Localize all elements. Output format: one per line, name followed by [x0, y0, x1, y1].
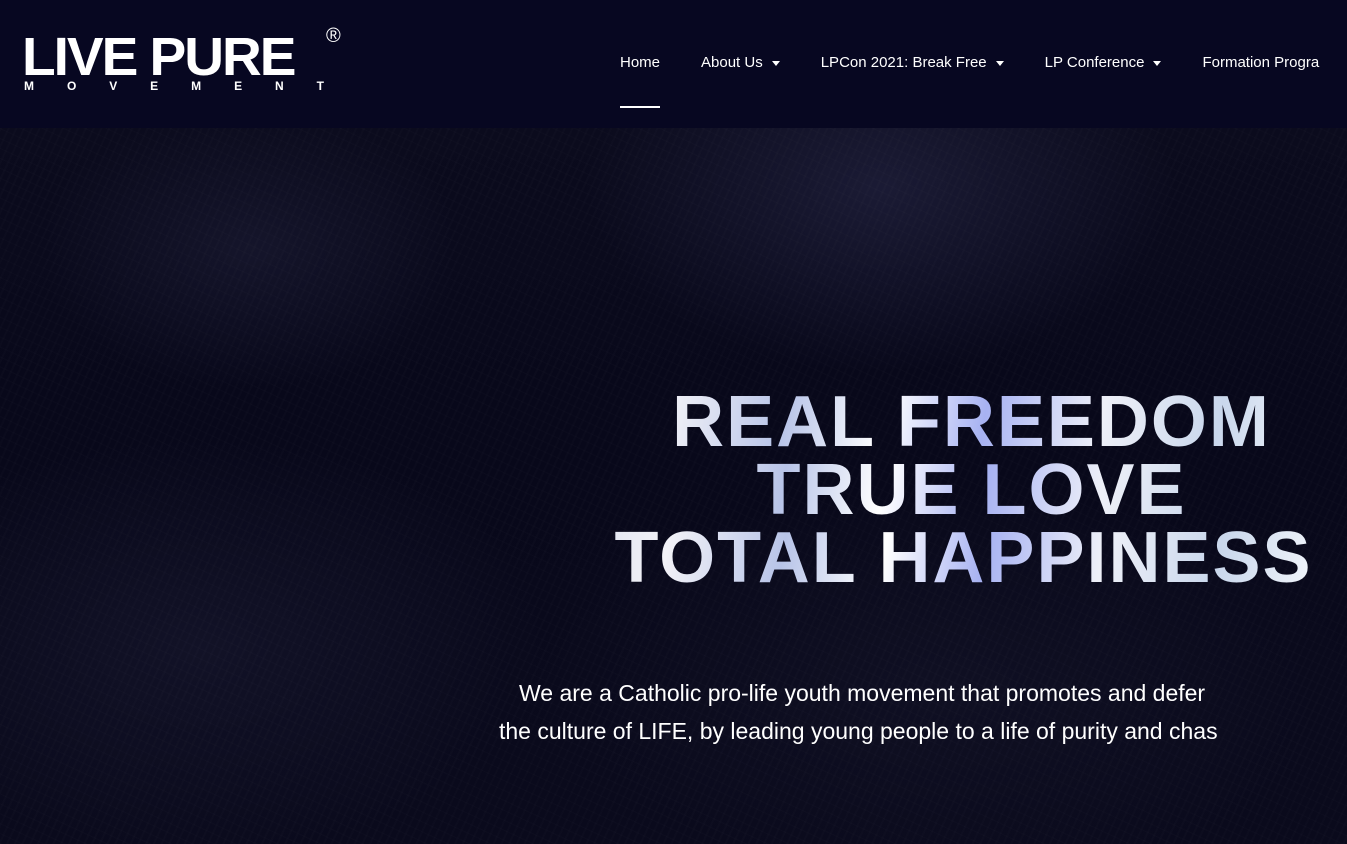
headline-line: TRUE LOVE — [520, 454, 1347, 526]
nav-item-label: Home — [620, 54, 661, 71]
nav-item-label: About Us — [701, 54, 763, 71]
nav-item-lp-conference[interactable]: LP Conference — [1045, 0, 1162, 72]
logo-tagline-letter: E — [234, 79, 243, 93]
headline-line: REAL FREEDOM — [520, 386, 1347, 458]
nav-item-about-us[interactable]: About Us — [701, 0, 780, 72]
logo-tagline-letter: O — [66, 79, 77, 93]
logo-tagline-letter: T — [316, 79, 324, 93]
logo-tagline-letter: M — [24, 79, 34, 93]
hero-section: REAL FREEDOM TRUE LOVE TOTAL HAPPINESS W… — [0, 128, 1347, 844]
hero-headline: REAL FREEDOM TRUE LOVE TOTAL HAPPINESS — [520, 386, 1347, 594]
nav-item-lpcon-2021[interactable]: LPCon 2021: Break Free — [821, 0, 1004, 72]
nav-item-label: Formation Progra — [1202, 54, 1320, 71]
logo-tagline-letter: M — [191, 79, 202, 93]
nav-item-label: LP Conference — [1044, 54, 1145, 71]
intro-line: the culture of LIFE, by leading young pe… — [499, 718, 1218, 744]
nav-item-formation-program[interactable]: Formation Progra — [1202, 0, 1319, 72]
main-nav: Home About Us LPCon 2021: Break Free LP … — [620, 0, 1347, 128]
hero-intro-text: We are a Catholic pro-life youth movemen… — [499, 674, 1347, 750]
logo-tagline: M O V E M E N T — [24, 80, 324, 92]
caret-down-icon — [995, 61, 1004, 66]
logo-wordmark: LIVE PURE — [22, 27, 296, 87]
page: LIVE PURE ® M O V E M E N T Home About U… — [0, 0, 1347, 844]
caret-down-icon — [771, 61, 780, 66]
logo-tagline-letter: N — [275, 79, 284, 93]
caret-down-icon — [1153, 61, 1162, 66]
nav-item-label: LPCon 2021: Break Free — [820, 54, 987, 71]
nav-item-home[interactable]: Home — [620, 0, 661, 108]
site-header: LIVE PURE ® M O V E M E N T Home About U… — [0, 0, 1347, 128]
registered-mark: ® — [326, 25, 341, 47]
logo-tagline-letter: V — [109, 79, 118, 93]
site-logo[interactable]: LIVE PURE ® M O V E M E N T — [22, 26, 347, 100]
logo-tagline-letter: E — [150, 79, 159, 93]
headline-line: TOTAL HAPPINESS — [520, 522, 1347, 594]
intro-line: We are a Catholic pro-life youth movemen… — [519, 680, 1206, 706]
